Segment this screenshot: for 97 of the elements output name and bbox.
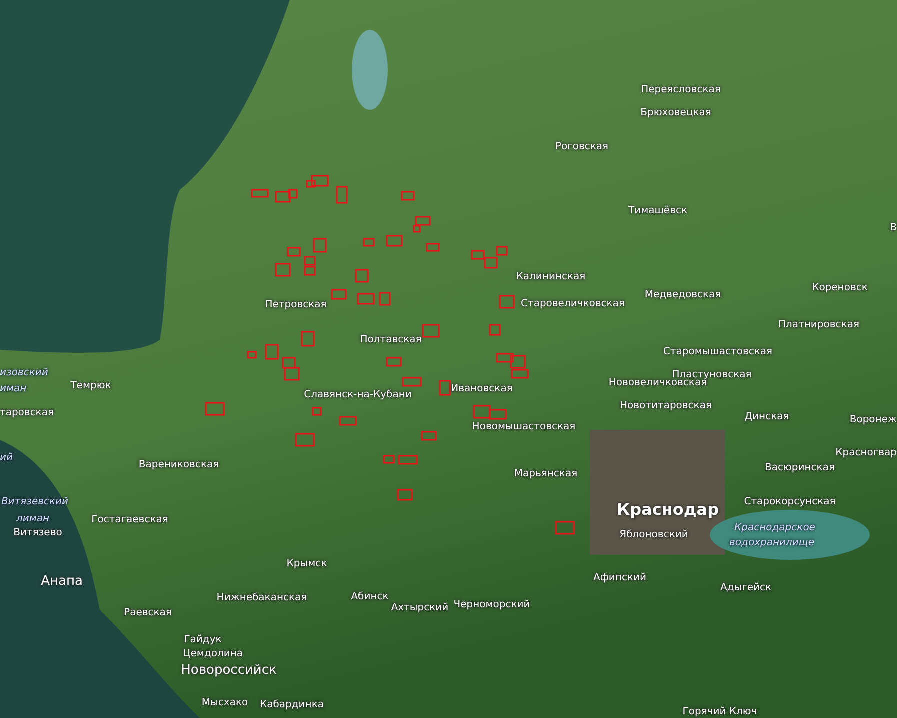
place-label: Краснодар (616, 501, 720, 519)
field-outline (401, 191, 415, 201)
place-label: Витязево (14, 528, 62, 538)
field-outline (422, 324, 440, 338)
place-label: Васюринская (765, 462, 835, 474)
place-label: Анапа (41, 574, 83, 590)
field-outline (282, 357, 296, 369)
field-outline (484, 257, 498, 269)
place-label: Динская (744, 412, 790, 422)
field-outline (471, 250, 485, 260)
field-outline (489, 324, 501, 336)
field-outline (499, 295, 515, 309)
place-label: Переясловская (641, 84, 721, 96)
field-outline (555, 521, 575, 535)
field-outline (489, 409, 507, 420)
field-outline (295, 433, 315, 447)
place-label: Раевская (124, 608, 172, 618)
place-label: Кореновск (812, 282, 868, 294)
place-label: Старовеличковская (521, 298, 625, 310)
place-label: Темрюк (70, 380, 112, 392)
field-outline (439, 380, 451, 396)
field-outline (205, 402, 225, 416)
field-outline (339, 416, 357, 426)
field-outline (304, 266, 316, 276)
place-label: Платнировская (778, 320, 860, 330)
place-label: Старомышастовская (663, 346, 773, 358)
place-label: Новотитаровская (620, 400, 712, 412)
field-outline (284, 367, 300, 381)
field-outline (496, 246, 508, 256)
field-outline (313, 238, 327, 253)
place-label: Роговская (555, 142, 609, 152)
water-label: водохранилище (730, 538, 814, 548)
place-label: Черноморский (454, 600, 530, 610)
water-label: иман (0, 384, 27, 394)
place-label: Гостагаевская (92, 514, 168, 526)
place-label: Мысхако (202, 698, 248, 708)
place-label: Пластуновская (672, 370, 752, 380)
place-label: Крымск (286, 558, 328, 570)
field-outline (287, 247, 301, 257)
place-label: Нововеличковская (608, 378, 708, 388)
place-label: Яблоновский (620, 530, 688, 540)
place-label: Гайдук (184, 634, 222, 646)
place-label: Старокорсунская (744, 496, 836, 508)
field-outline (312, 407, 322, 416)
place-label: В (890, 222, 897, 234)
field-outline (275, 263, 291, 277)
field-outline (357, 293, 375, 305)
field-outline (386, 357, 402, 367)
place-label: Медведовская (644, 290, 722, 300)
field-outline (265, 344, 279, 360)
place-label: Ахтырский (391, 602, 449, 614)
field-outline (510, 355, 526, 369)
place-label: Красногвар (836, 448, 897, 458)
field-outline (511, 369, 529, 379)
place-label: Варениковская (138, 460, 220, 470)
field-outline (383, 455, 395, 464)
place-label: Брюховецкая (640, 108, 712, 118)
field-outline (379, 292, 391, 306)
field-outline (363, 238, 375, 247)
field-outline (496, 353, 514, 363)
field-outline (398, 455, 418, 465)
place-label: Славянск-на-Кубани (304, 390, 412, 400)
place-label: Адыгейск (720, 582, 772, 594)
place-label: Абинск (351, 592, 389, 602)
place-label: Полтавская (360, 334, 422, 346)
field-outline (247, 351, 257, 359)
water-label: Витязевский (1, 496, 69, 508)
place-label: Воронеж (850, 414, 897, 426)
place-label: Петровская (265, 300, 327, 310)
place-label: Афипский (594, 572, 646, 584)
place-label: Нижнебаканская (216, 592, 308, 604)
field-outline (251, 189, 269, 198)
water-label: изовский (0, 368, 48, 378)
field-outline (397, 489, 413, 501)
field-outline (301, 331, 315, 347)
field-outline (421, 431, 437, 441)
field-outline (355, 269, 369, 283)
water-label: ий (0, 452, 13, 464)
field-outline (331, 289, 347, 300)
field-outline (386, 235, 403, 247)
water-label: Краснодарское (734, 522, 816, 534)
field-outline (426, 243, 440, 252)
place-label: Горячий Ключ (682, 706, 758, 718)
place-label: Ивановская (451, 384, 513, 394)
place-label: Марьянская (514, 468, 578, 480)
place-label: Тимашёвск (628, 206, 688, 216)
water-label: лиман (16, 514, 50, 524)
place-label: Цемдолина (182, 648, 244, 660)
place-label: таровская (0, 408, 54, 418)
field-outline (402, 377, 422, 387)
place-label: Калининская (516, 272, 586, 282)
place-label: Новороссийск (181, 664, 277, 678)
place-label: Кабардинка (260, 700, 324, 710)
field-outline (304, 256, 316, 266)
field-outline (473, 405, 491, 419)
place-label: Новомышастовская (472, 422, 576, 432)
field-outline (336, 186, 348, 204)
